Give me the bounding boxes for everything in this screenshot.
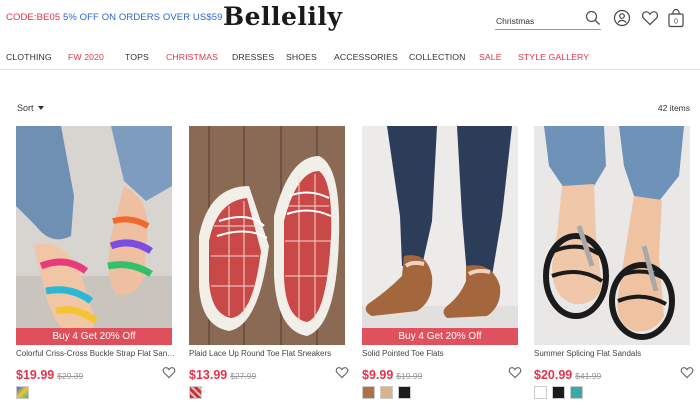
color-swatch[interactable] bbox=[16, 386, 29, 399]
nav-item-clothing[interactable]: CLOTHING bbox=[6, 52, 52, 62]
product-price: $13.99 bbox=[189, 368, 228, 382]
heart-icon[interactable] bbox=[335, 366, 349, 379]
product-old-price: $29.39 bbox=[57, 371, 84, 381]
listing-toolbar: Sort 42 items bbox=[0, 96, 700, 116]
promo-code: CODE:BE05 bbox=[6, 12, 61, 23]
color-swatches bbox=[16, 386, 172, 400]
search-icon[interactable] bbox=[585, 10, 601, 26]
nav-item-collection[interactable]: COLLECTION bbox=[409, 52, 466, 62]
item-count: 42 items bbox=[657, 103, 690, 113]
color-swatches bbox=[362, 386, 518, 400]
nav-item-fw2020[interactable]: FW 2020 bbox=[68, 52, 104, 62]
promo-banner[interactable]: CODE:BE05 5% OFF ON ORDERS OVER US$59 bbox=[6, 12, 222, 23]
product-name[interactable]: Colorful Criss-Cross Buckle Strap Flat S… bbox=[16, 349, 176, 360]
product-name[interactable]: Solid Pointed Toe Flats bbox=[362, 349, 522, 360]
color-swatch[interactable] bbox=[570, 386, 583, 399]
nav-item-sale[interactable]: SALE bbox=[479, 52, 502, 62]
promo-strip: Buy 4 Get 20% Off bbox=[16, 328, 172, 345]
nav-item-dresses[interactable]: DRESSES bbox=[232, 52, 274, 62]
color-swatch[interactable] bbox=[534, 386, 547, 399]
chevron-down-icon bbox=[37, 106, 44, 110]
nav-item-shoes[interactable]: SHOES bbox=[286, 52, 317, 62]
sort-dropdown[interactable]: Sort bbox=[17, 103, 44, 113]
sort-label: Sort bbox=[17, 103, 34, 113]
color-swatches bbox=[534, 386, 690, 400]
color-swatch[interactable] bbox=[552, 386, 565, 399]
color-swatch[interactable] bbox=[398, 386, 411, 399]
color-swatch[interactable] bbox=[189, 386, 202, 399]
product-old-price: $19.99 bbox=[396, 371, 423, 381]
cart-icon[interactable]: 0 bbox=[667, 8, 685, 28]
product-price: $20.99 bbox=[534, 368, 573, 382]
product-price: $19.99 bbox=[16, 368, 55, 382]
product-image[interactable] bbox=[189, 126, 345, 345]
nav-item-accessories[interactable]: ACCESSORIES bbox=[334, 52, 398, 62]
search-input[interactable] bbox=[495, 10, 575, 28]
product-name[interactable]: Summer Splicing Flat Sandals bbox=[534, 349, 694, 360]
site-logo[interactable]: Bellelily bbox=[223, 2, 342, 31]
product-price: $9.99 bbox=[362, 368, 394, 382]
color-swatch[interactable] bbox=[362, 386, 375, 399]
promo-text: 5% OFF ON ORDERS OVER US$59 bbox=[62, 12, 223, 23]
heart-icon[interactable] bbox=[162, 366, 176, 379]
nav-item-christmas[interactable]: CHRISTMAS bbox=[166, 52, 218, 62]
product-card[interactable]: Buy 4 Get 20% Off Solid Pointed Toe Flat… bbox=[362, 126, 522, 400]
top-header: CODE:BE05 5% OFF ON ORDERS OVER US$59 Be… bbox=[0, 0, 700, 40]
main-nav: CLOTHING FW 2020 TOPS CHRISTMAS DRESSES … bbox=[0, 44, 700, 70]
product-image[interactable]: Buy 4 Get 20% Off bbox=[16, 126, 172, 345]
heart-icon[interactable] bbox=[680, 366, 694, 379]
product-old-price: $41.99 bbox=[575, 371, 602, 381]
color-swatch[interactable] bbox=[380, 386, 393, 399]
product-image[interactable]: Buy 4 Get 20% Off bbox=[362, 126, 518, 345]
nav-item-tops[interactable]: TOPS bbox=[125, 52, 149, 62]
cart-count: 0 bbox=[674, 19, 678, 26]
account-icon[interactable] bbox=[613, 9, 631, 27]
color-swatches bbox=[189, 386, 345, 400]
product-image[interactable] bbox=[534, 126, 690, 345]
wishlist-icon[interactable] bbox=[641, 10, 659, 28]
nav-item-style-gallery[interactable]: STYLE GALLERY bbox=[518, 52, 589, 62]
heart-icon[interactable] bbox=[508, 366, 522, 379]
product-card[interactable]: Plaid Lace Up Round Toe Flat Sneakers $1… bbox=[189, 126, 349, 400]
product-card[interactable]: Buy 4 Get 20% Off Colorful Criss-Cross B… bbox=[16, 126, 176, 400]
product-name[interactable]: Plaid Lace Up Round Toe Flat Sneakers bbox=[189, 349, 349, 360]
promo-strip: Buy 4 Get 20% Off bbox=[362, 328, 518, 345]
search-box bbox=[495, 10, 601, 30]
product-old-price: $27.99 bbox=[230, 371, 257, 381]
product-card[interactable]: Summer Splicing Flat Sandals $20.99 $41.9… bbox=[534, 126, 694, 400]
